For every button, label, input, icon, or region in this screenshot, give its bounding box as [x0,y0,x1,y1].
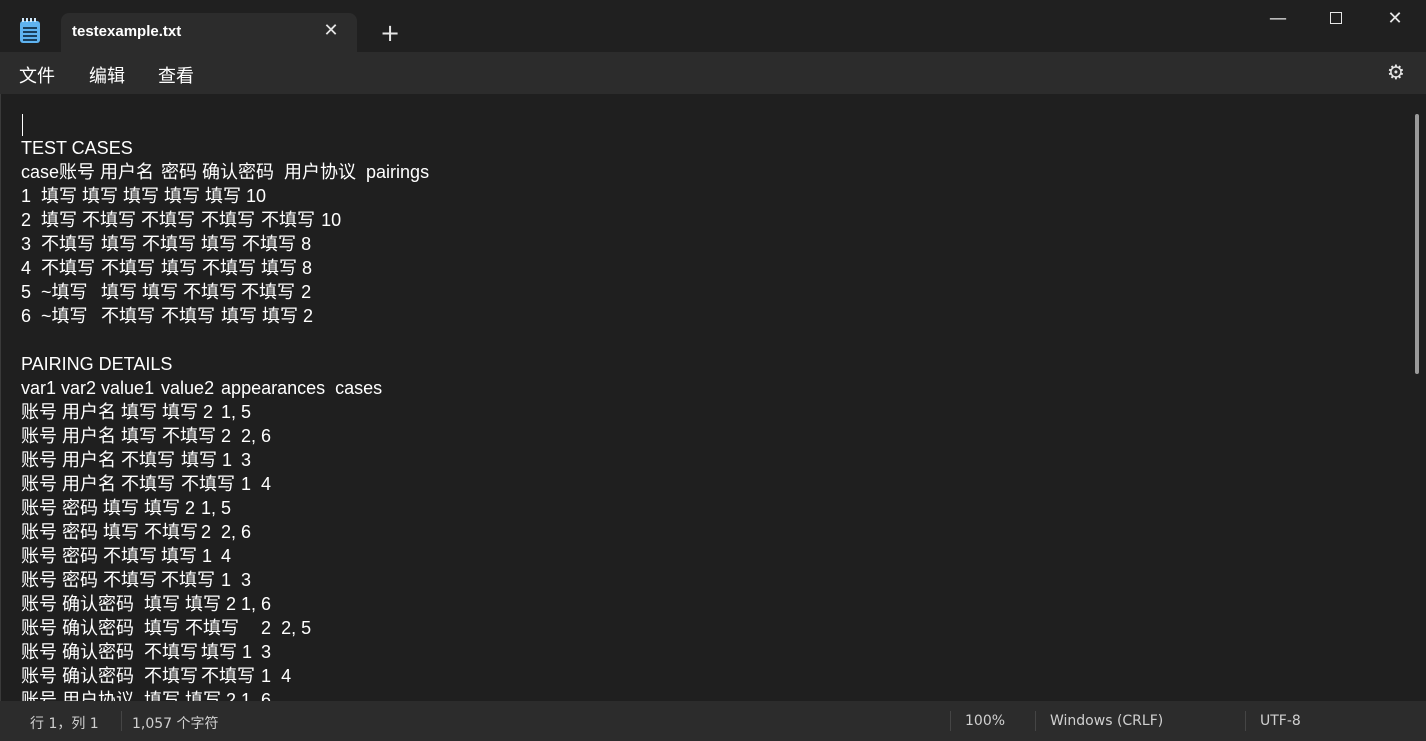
new-tab-button[interactable]: + [377,20,403,46]
vertical-scrollbar[interactable] [1415,114,1419,374]
line-ending[interactable]: Windows (CRLF) [1050,713,1163,729]
close-window-button[interactable]: ✕ [1375,6,1415,32]
minimize-button[interactable]: — [1258,6,1298,32]
notepad-icon [20,18,40,43]
encoding[interactable]: UTF-8 [1260,713,1301,729]
status-bar: 行 1，列 1 1,057 个字符 100% Windows (CRLF) UT… [0,701,1426,741]
status-divider [121,711,122,731]
zoom-level[interactable]: 100% [965,713,1005,729]
tab-testexample[interactable]: testexample.txt ✕ [61,13,357,53]
maximize-button[interactable] [1316,6,1356,32]
cursor-position: 行 1，列 1 [30,716,99,732]
character-count: 1,057 个字符 [132,716,219,732]
title-bar: testexample.txt ✕ + — ✕ [0,0,1426,53]
close-tab-icon[interactable]: ✕ [319,19,343,43]
editor-content[interactable]: TEST CASES case账号 用户名 密码 确认密码 用户协议 pairi… [21,112,429,701]
text-caret [22,114,23,136]
text-editor[interactable]: TEST CASES case账号 用户名 密码 确认密码 用户协议 pairi… [0,94,1426,701]
status-divider [950,711,951,731]
menu-edit[interactable]: 编辑 [89,62,125,88]
menu-view[interactable]: 查看 [158,62,194,88]
status-divider [1245,711,1246,731]
settings-gear-icon[interactable]: ⚙ [1385,61,1407,83]
menu-bar: 文件 编辑 查看 [0,52,1426,94]
menu-file[interactable]: 文件 [19,62,55,88]
tab-title: testexample.txt [72,23,182,40]
status-divider [1035,711,1036,731]
maximize-icon [1330,11,1342,24]
